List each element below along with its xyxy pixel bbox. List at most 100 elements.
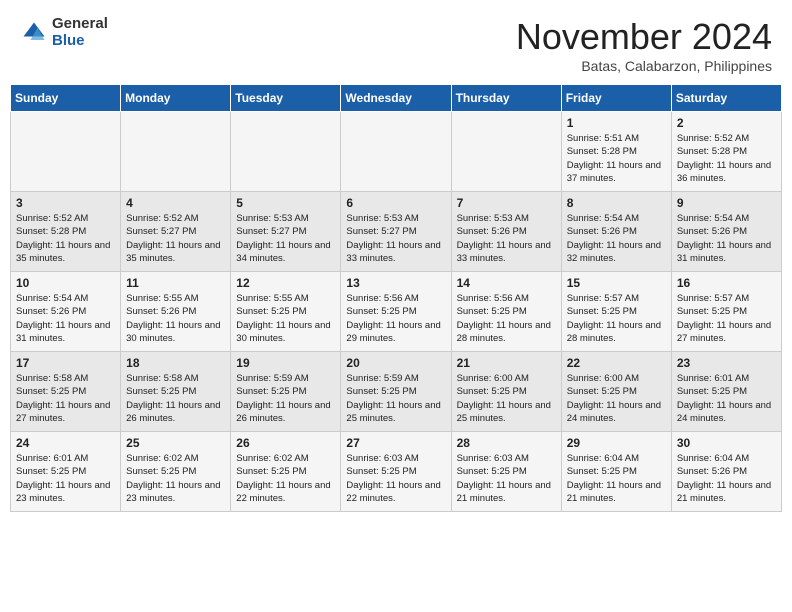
day-info: Sunrise: 5:56 AMSunset: 5:25 PMDaylight:…	[346, 292, 445, 345]
day-cell: 15 Sunrise: 5:57 AMSunset: 5:25 PMDayligh…	[561, 272, 671, 352]
day-number: 25	[126, 436, 225, 450]
day-info: Sunrise: 6:01 AMSunset: 5:25 PMDaylight:…	[677, 372, 776, 425]
day-cell: 21Sunrise: 6:00 AMSunset: 5:25 PMDayligh…	[451, 352, 561, 432]
day-info: Sunrise: 5:53 AMSunset: 5:27 PMDaylight:…	[346, 212, 445, 265]
day-number: 5	[236, 196, 335, 210]
day-info: Sunrise: 6:01 AMSunset: 5:25 PMDaylight:…	[16, 452, 115, 505]
day-cell: 3Sunrise: 5:52 AMSunset: 5:28 PMDaylight…	[11, 192, 121, 272]
day-cell: 2 Sunrise: 5:52 AMSunset: 5:28 PMDaylight…	[671, 112, 781, 192]
weekday-header-row: SundayMondayTuesdayWednesdayThursdayFrid…	[11, 85, 782, 112]
day-cell: 18Sunrise: 5:58 AMSunset: 5:25 PMDayligh…	[121, 352, 231, 432]
day-number: 30	[677, 436, 776, 450]
day-info: Sunrise: 6:03 AMSunset: 5:25 PMDaylight:…	[457, 452, 556, 505]
day-cell: 22 Sunrise: 6:00 AMSunset: 5:25 PMDayligh…	[561, 352, 671, 432]
day-cell: 26Sunrise: 6:02 AMSunset: 5:25 PMDayligh…	[231, 432, 341, 512]
day-info: Sunrise: 6:04 AMSunset: 5:25 PMDaylight:…	[567, 452, 666, 505]
day-info: Sunrise: 5:54 AMSunset: 5:26 PMDaylight:…	[16, 292, 115, 345]
day-info: Sunrise: 5:59 AMSunset: 5:25 PMDaylight:…	[236, 372, 335, 425]
day-cell: 28 Sunrise: 6:03 AMSunset: 5:25 PMDayligh…	[451, 432, 561, 512]
month-title: November 2024	[516, 16, 772, 58]
logo-general-text: General	[52, 16, 108, 33]
day-number: 2	[677, 116, 776, 130]
day-info: Sunrise: 5:52 AMSunset: 5:28 PMDaylight:…	[677, 132, 776, 185]
week-row-5: 24 Sunrise: 6:01 AMSunset: 5:25 PMDayligh…	[11, 432, 782, 512]
day-cell: 20 Sunrise: 5:59 AMSunset: 5:25 PMDayligh…	[341, 352, 451, 432]
day-number: 11	[126, 276, 225, 290]
day-info: Sunrise: 6:00 AMSunset: 5:25 PMDaylight:…	[567, 372, 666, 425]
day-cell: 11 Sunrise: 5:55 AMSunset: 5:26 PMDayligh…	[121, 272, 231, 352]
weekday-header-monday: Monday	[121, 85, 231, 112]
weekday-header-wednesday: Wednesday	[341, 85, 451, 112]
day-cell	[231, 112, 341, 192]
day-cell: 9 Sunrise: 5:54 AMSunset: 5:26 PMDaylight…	[671, 192, 781, 272]
day-info: Sunrise: 5:52 AMSunset: 5:27 PMDaylight:…	[126, 212, 225, 265]
day-number: 21	[457, 356, 556, 370]
day-cell	[341, 112, 451, 192]
day-info: Sunrise: 5:55 AMSunset: 5:25 PMDaylight:…	[236, 292, 335, 345]
day-cell: 17 Sunrise: 5:58 AMSunset: 5:25 PMDayligh…	[11, 352, 121, 432]
day-info: Sunrise: 5:59 AMSunset: 5:25 PMDaylight:…	[346, 372, 445, 425]
day-number: 9	[677, 196, 776, 210]
day-cell: 30 Sunrise: 6:04 AMSunset: 5:26 PMDayligh…	[671, 432, 781, 512]
day-number: 24	[16, 436, 115, 450]
day-number: 12	[236, 276, 335, 290]
day-number: 17	[16, 356, 115, 370]
day-info: Sunrise: 5:53 AMSunset: 5:27 PMDaylight:…	[236, 212, 335, 265]
day-number: 13	[346, 276, 445, 290]
day-info: Sunrise: 5:54 AMSunset: 5:26 PMDaylight:…	[567, 212, 666, 265]
day-cell: 24 Sunrise: 6:01 AMSunset: 5:25 PMDayligh…	[11, 432, 121, 512]
day-number: 27	[346, 436, 445, 450]
location: Batas, Calabarzon, Philippines	[516, 58, 772, 74]
day-cell	[11, 112, 121, 192]
week-row-1: 1Sunrise: 5:51 AMSunset: 5:28 PMDaylight…	[11, 112, 782, 192]
day-cell: 23 Sunrise: 6:01 AMSunset: 5:25 PMDayligh…	[671, 352, 781, 432]
day-cell: 19 Sunrise: 5:59 AMSunset: 5:25 PMDayligh…	[231, 352, 341, 432]
day-info: Sunrise: 5:57 AMSunset: 5:25 PMDaylight:…	[677, 292, 776, 345]
day-number: 4	[126, 196, 225, 210]
day-cell: 25Sunrise: 6:02 AMSunset: 5:25 PMDayligh…	[121, 432, 231, 512]
title-section: November 2024 Batas, Calabarzon, Philipp…	[516, 16, 772, 74]
day-number: 19	[236, 356, 335, 370]
day-info: Sunrise: 5:51 AMSunset: 5:28 PMDaylight:…	[567, 132, 666, 185]
weekday-header-tuesday: Tuesday	[231, 85, 341, 112]
day-info: Sunrise: 5:57 AMSunset: 5:25 PMDaylight:…	[567, 292, 666, 345]
week-row-2: 3Sunrise: 5:52 AMSunset: 5:28 PMDaylight…	[11, 192, 782, 272]
day-info: Sunrise: 5:55 AMSunset: 5:26 PMDaylight:…	[126, 292, 225, 345]
day-number: 28	[457, 436, 556, 450]
day-cell: 12 Sunrise: 5:55 AMSunset: 5:25 PMDayligh…	[231, 272, 341, 352]
day-cell: 14Sunrise: 5:56 AMSunset: 5:25 PMDayligh…	[451, 272, 561, 352]
day-info: Sunrise: 6:04 AMSunset: 5:26 PMDaylight:…	[677, 452, 776, 505]
day-number: 20	[346, 356, 445, 370]
header: General Blue November 2024 Batas, Calaba…	[0, 0, 792, 84]
weekday-header-saturday: Saturday	[671, 85, 781, 112]
day-cell: 7 Sunrise: 5:53 AMSunset: 5:26 PMDaylight…	[451, 192, 561, 272]
weekday-header-thursday: Thursday	[451, 85, 561, 112]
day-number: 16	[677, 276, 776, 290]
day-cell: 1Sunrise: 5:51 AMSunset: 5:28 PMDaylight…	[561, 112, 671, 192]
day-cell	[451, 112, 561, 192]
day-info: Sunrise: 5:53 AMSunset: 5:26 PMDaylight:…	[457, 212, 556, 265]
day-info: Sunrise: 5:54 AMSunset: 5:26 PMDaylight:…	[677, 212, 776, 265]
day-cell: 6 Sunrise: 5:53 AMSunset: 5:27 PMDaylight…	[341, 192, 451, 272]
day-number: 8	[567, 196, 666, 210]
day-number: 10	[16, 276, 115, 290]
day-number: 15	[567, 276, 666, 290]
day-info: Sunrise: 5:56 AMSunset: 5:25 PMDaylight:…	[457, 292, 556, 345]
day-number: 6	[346, 196, 445, 210]
day-cell: 10 Sunrise: 5:54 AMSunset: 5:26 PMDayligh…	[11, 272, 121, 352]
day-number: 7	[457, 196, 556, 210]
calendar-table: SundayMondayTuesdayWednesdayThursdayFrid…	[10, 84, 782, 512]
day-cell: 4 Sunrise: 5:52 AMSunset: 5:27 PMDaylight…	[121, 192, 231, 272]
day-info: Sunrise: 5:58 AMSunset: 5:25 PMDaylight:…	[16, 372, 115, 425]
logo-blue-text: Blue	[52, 33, 108, 50]
day-number: 18	[126, 356, 225, 370]
weekday-header-friday: Friday	[561, 85, 671, 112]
weekday-header-sunday: Sunday	[11, 85, 121, 112]
week-row-4: 17 Sunrise: 5:58 AMSunset: 5:25 PMDayligh…	[11, 352, 782, 432]
day-number: 23	[677, 356, 776, 370]
logo: General Blue	[20, 16, 108, 49]
day-cell: 5 Sunrise: 5:53 AMSunset: 5:27 PMDaylight…	[231, 192, 341, 272]
day-info: Sunrise: 5:52 AMSunset: 5:28 PMDaylight:…	[16, 212, 115, 265]
day-cell	[121, 112, 231, 192]
day-number: 22	[567, 356, 666, 370]
